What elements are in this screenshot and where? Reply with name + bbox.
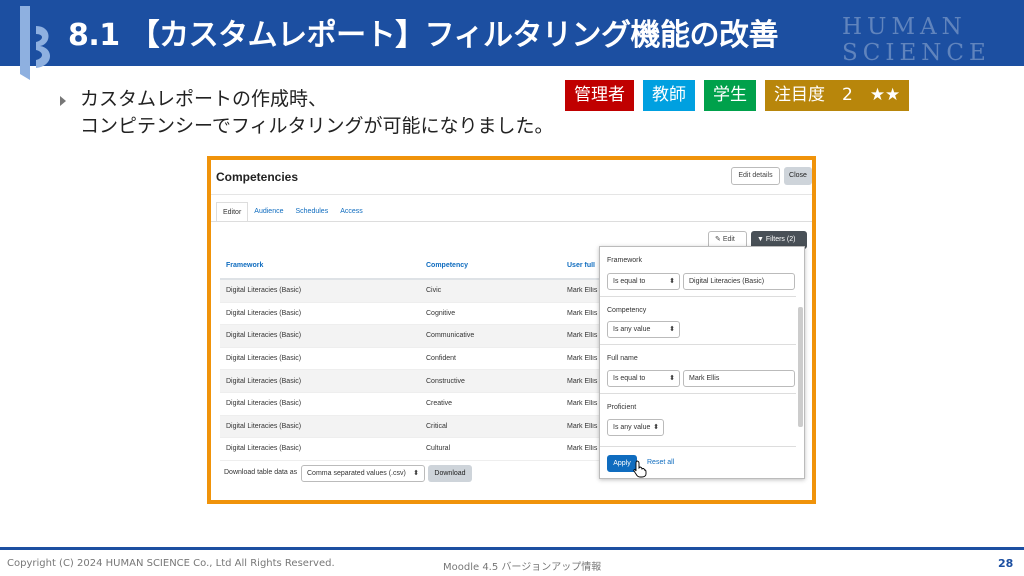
table-header: Framework Competency User full [220, 252, 610, 280]
framework-value-input[interactable]: Digital Literacies (Basic) [683, 273, 795, 290]
cell-framework: Digital Literacies (Basic) [226, 422, 302, 430]
table-row: Digital Literacies (Basic) Constructive Ma… [220, 370, 610, 393]
full-name-operator-select[interactable]: Is equal to ⬍ [607, 370, 680, 387]
cell-competency: Cognitive [426, 309, 456, 317]
table-row: Digital Literacies (Basic) Cognitive Mark … [220, 303, 610, 326]
tab-underline [211, 221, 812, 222]
company-logo-icon [20, 6, 51, 80]
filter-proficient: Proficient Is any value ⬍ [600, 394, 796, 447]
slide-title: 8.1 【カスタムレポート】フィルタリング機能の改善 [68, 18, 779, 53]
tag-student: 学生 [704, 80, 756, 111]
select-arrows-icon: ⬍ [413, 470, 419, 477]
report-title: Competencies [216, 170, 299, 184]
tab-access[interactable]: Access [334, 202, 369, 222]
tab-editor[interactable]: Editor [216, 202, 249, 222]
close-button[interactable]: Close [784, 167, 812, 185]
select-arrows-icon: ⬍ [669, 326, 675, 333]
full-name-operator-value: Is equal to [613, 375, 646, 382]
full-name-value-input[interactable]: Mark Ellis [683, 370, 795, 387]
reset-all-link[interactable]: Reset all [647, 459, 674, 466]
table-row: Digital Literacies (Basic) Cultural Mark E… [220, 438, 610, 461]
body-line-1: カスタムレポートの作成時、 [80, 88, 328, 110]
brand-line-1: HUMAN [842, 14, 967, 40]
filter-competency: Competency Is any value ⬍ [600, 297, 796, 345]
page-number: 28 [998, 557, 1014, 570]
footer-center-text: Moodle 4.5 バージョンアップ情報 [443, 562, 602, 573]
select-arrows-icon: ⬍ [669, 375, 675, 382]
body-line-2: コンピテンシーでフィルタリングが可能になりました。 [80, 115, 554, 137]
report-tabs: Editor Audience Schedules Access [216, 202, 369, 222]
table-row: Digital Literacies (Basic) Confident Mark … [220, 348, 610, 371]
competency-operator-value: Is any value [613, 326, 651, 333]
filters-panel: Framework Is equal to ⬍ Digital Literacie… [599, 246, 805, 479]
hand-cursor-icon [633, 460, 647, 478]
download-format-select[interactable]: Comma separated values (.csv) ⬍ [301, 465, 425, 482]
cell-framework: Digital Literacies (Basic) [226, 445, 302, 453]
cell-competency: Creative [426, 400, 453, 408]
tag-attention: 注目度 2 ★★ [765, 80, 910, 111]
download-label: Download table data as [224, 469, 298, 476]
bullet-arrow-icon [60, 96, 66, 106]
proficient-operator-select[interactable]: Is any value ⬍ [607, 419, 664, 436]
edit-label: Edit [722, 236, 735, 243]
select-arrows-icon: ⬍ [669, 278, 675, 285]
table-body: Digital Literacies (Basic) Civic Mark Elli… [220, 280, 610, 461]
proficient-label: Proficient [607, 404, 637, 411]
cell-competency: Civic [426, 287, 442, 295]
tab-audience[interactable]: Audience [248, 202, 289, 222]
framework-operator-value: Is equal to [613, 278, 646, 285]
cell-framework: Digital Literacies (Basic) [226, 400, 302, 408]
footer-copyright: Copyright (C) 2024 HUMAN SCIENCE Co., Lt… [7, 558, 335, 569]
framework-label: Framework [607, 257, 643, 264]
title-bar: 8.1 【カスタムレポート】フィルタリング機能の改善 HUMAN SCIENCE [0, 0, 1024, 80]
edit-details-button[interactable]: Edit details [731, 167, 780, 185]
competency-label: Competency [607, 307, 647, 314]
report-table: Framework Competency User full Digital L… [220, 252, 610, 461]
competency-operator-select[interactable]: Is any value ⬍ [607, 321, 680, 338]
cell-competency: Confident [426, 355, 456, 363]
filter-full-name: Full name Is equal to ⬍ Mark Ellis [600, 345, 796, 394]
cell-competency: Cultural [426, 445, 451, 453]
cell-competency: Constructive [426, 377, 465, 385]
cell-framework: Digital Literacies (Basic) [226, 377, 302, 385]
brand-watermark: HUMAN SCIENCE [842, 14, 991, 66]
body-text: カスタムレポートの作成時、 コンピテンシーでフィルタリングが可能になりました。 [80, 86, 553, 140]
brand-line-2: SCIENCE [842, 40, 991, 66]
cell-competency: Critical [426, 422, 448, 430]
framework-operator-select[interactable]: Is equal to ⬍ [607, 273, 680, 290]
cell-framework: Digital Literacies (Basic) [226, 287, 302, 295]
role-tags: 管理者 教師 学生 注目度 2 ★★ [565, 80, 910, 111]
table-row: Digital Literacies (Basic) Creative Mark E… [220, 393, 610, 416]
col-competency[interactable]: Competency [420, 262, 561, 269]
cell-framework: Digital Literacies (Basic) [226, 309, 302, 317]
pencil-icon: ✎ [715, 236, 723, 243]
proficient-operator-value: Is any value [613, 424, 651, 431]
panel-scrollbar[interactable] [798, 307, 803, 427]
select-arrows-icon: ⬍ [653, 424, 659, 431]
screenshot-frame: Competencies Edit details Close Editor A… [207, 156, 816, 504]
tag-admin: 管理者 [565, 80, 634, 111]
col-framework[interactable]: Framework [220, 262, 420, 269]
tab-schedules[interactable]: Schedules [290, 202, 335, 222]
download-button[interactable]: Download [428, 465, 472, 482]
filter-framework: Framework Is equal to ⬍ Digital Literacie… [600, 247, 796, 297]
cell-competency: Communicative [426, 332, 475, 340]
tag-teacher: 教師 [643, 80, 695, 111]
header-divider [211, 194, 812, 195]
footer-divider [0, 547, 1024, 550]
filters-label: Filters (2) [765, 236, 796, 243]
cell-framework: Digital Literacies (Basic) [226, 355, 302, 363]
filter-icon: ▼ [757, 236, 766, 243]
table-row: Digital Literacies (Basic) Critical Mark E… [220, 415, 610, 439]
download-format-value: Comma separated values (.csv) [307, 470, 406, 477]
full-name-label: Full name [607, 355, 638, 362]
table-row: Digital Literacies (Basic) Communicative M… [220, 325, 610, 348]
cell-framework: Digital Literacies (Basic) [226, 332, 302, 340]
table-row: Digital Literacies (Basic) Civic Mark Elli… [220, 280, 610, 303]
